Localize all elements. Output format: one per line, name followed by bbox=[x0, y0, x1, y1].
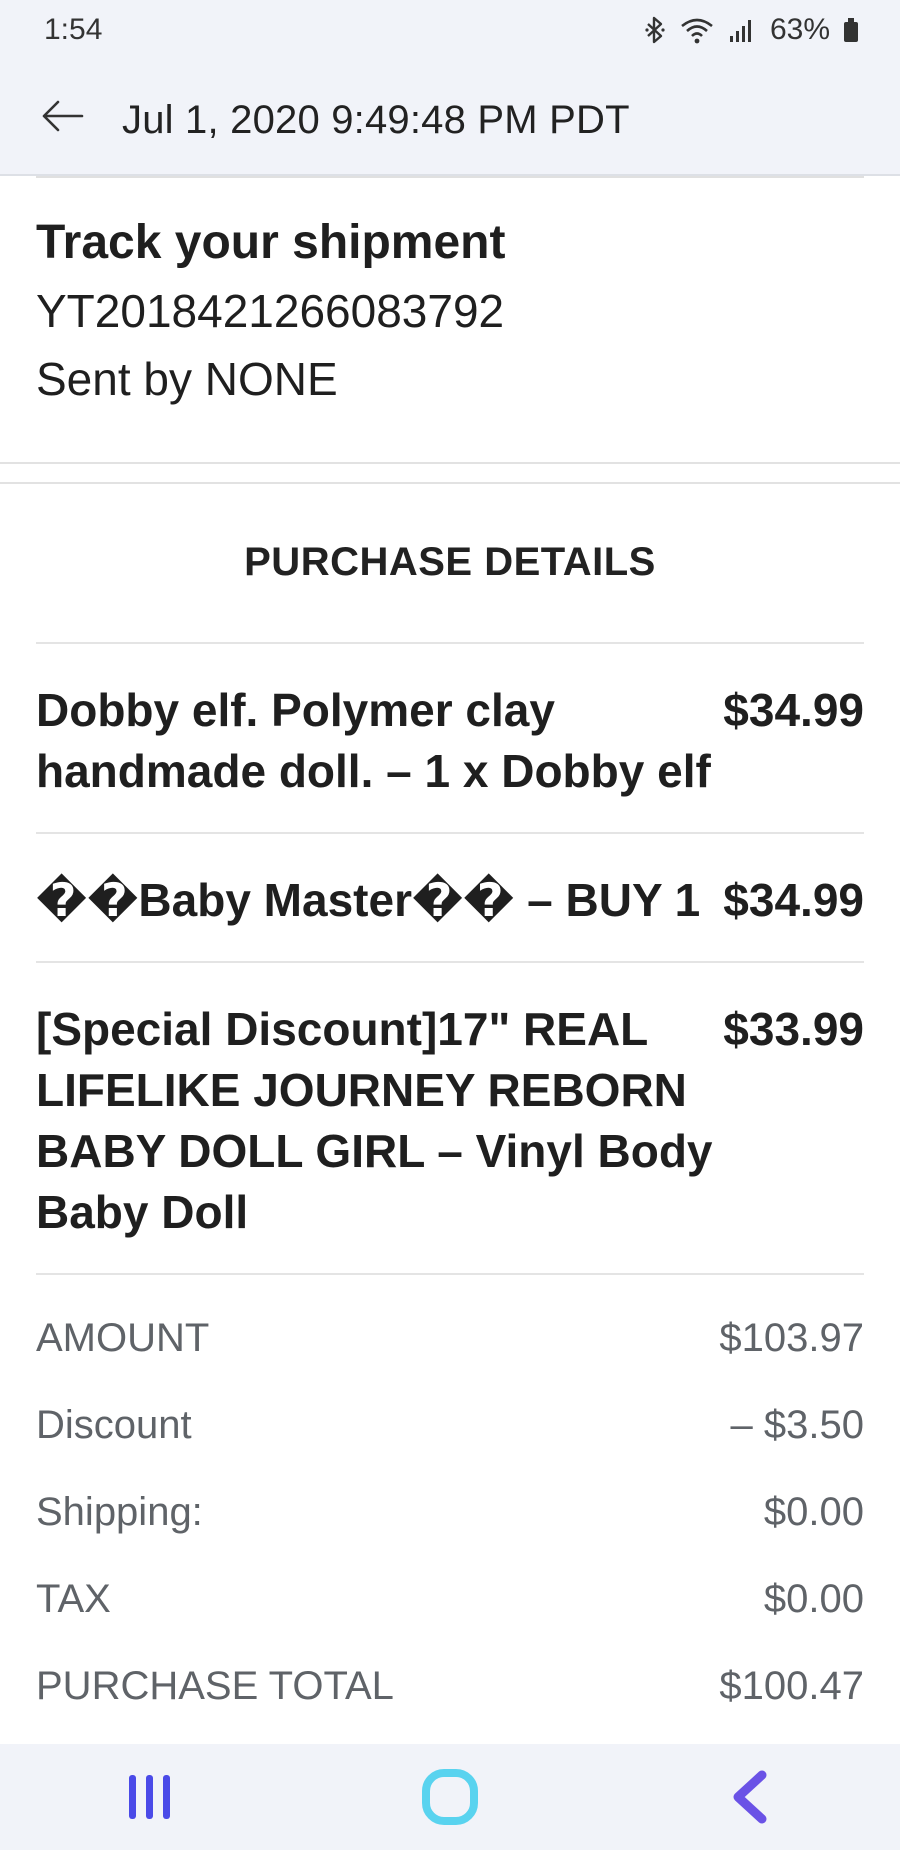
order-summary: AMOUNT $103.97 Discount – $3.50 Shipping… bbox=[36, 1273, 864, 1730]
back-arrow-button[interactable] bbox=[38, 92, 86, 140]
summary-label: AMOUNT bbox=[36, 1316, 210, 1360]
summary-value: $0.00 bbox=[763, 1577, 864, 1621]
back-icon bbox=[733, 1770, 767, 1824]
battery-icon bbox=[844, 18, 858, 42]
purchase-details-heading: PURCHASE DETAILS bbox=[244, 540, 656, 584]
status-bar: 1:54 63% bbox=[0, 0, 900, 60]
signal-icon bbox=[729, 20, 751, 42]
section-divider bbox=[0, 464, 900, 484]
bluetooth-icon bbox=[645, 16, 665, 44]
status-icons: 63% bbox=[644, 13, 858, 47]
item-price: $34.99 bbox=[723, 874, 864, 926]
summary-value: $0.00 bbox=[763, 1490, 864, 1534]
back-button[interactable] bbox=[710, 1757, 790, 1837]
status-time: 1:54 bbox=[44, 13, 103, 46]
item-list: Dobby elf. Polymer clay handmade doll. –… bbox=[36, 642, 864, 1273]
purchase-details-section: PURCHASE DETAILS Dobby elf. Polymer clay… bbox=[0, 484, 900, 1730]
summary-row-total: PURCHASE TOTAL $100.47 bbox=[36, 1643, 864, 1730]
wifi-icon bbox=[681, 18, 713, 44]
item-name: ��Baby Master�� – BUY 1 bbox=[36, 874, 701, 926]
summary-label: Shipping: bbox=[36, 1490, 203, 1534]
battery-percent: 63% bbox=[769, 13, 830, 46]
page-title: Jul 1, 2020 9:49:48 PM PDT bbox=[122, 98, 630, 142]
summary-label: Discount bbox=[36, 1403, 192, 1447]
summary-label: TAX bbox=[36, 1577, 111, 1621]
track-shipment-title[interactable]: Track your shipment bbox=[36, 212, 864, 274]
summary-row-amount: AMOUNT $103.97 bbox=[36, 1295, 864, 1382]
list-item: Dobby elf. Polymer clay handmade doll. –… bbox=[36, 642, 864, 832]
recent-apps-icon bbox=[129, 1775, 170, 1819]
sent-by-text: Sent by NONE bbox=[36, 353, 338, 406]
list-item: [Special Discount]17" REAL LIFELIKE JOUR… bbox=[36, 961, 864, 1273]
app-header: Jul 1, 2020 9:49:48 PM PDT bbox=[0, 60, 900, 176]
back-arrow-icon bbox=[42, 100, 84, 132]
home-button[interactable] bbox=[410, 1757, 490, 1837]
summary-value: $103.97 bbox=[719, 1316, 864, 1360]
home-icon bbox=[422, 1769, 478, 1825]
item-name: Dobby elf. Polymer clay handmade doll. –… bbox=[36, 684, 711, 797]
system-nav-bar bbox=[0, 1744, 900, 1850]
summary-row-tax: TAX $0.00 bbox=[36, 1556, 864, 1643]
summary-value: $100.47 bbox=[719, 1664, 864, 1708]
summary-label: PURCHASE TOTAL bbox=[36, 1664, 394, 1708]
item-name: [Special Discount]17" REAL LIFELIKE JOUR… bbox=[36, 1003, 713, 1238]
tracking-number[interactable]: YT2018421266083792 bbox=[36, 282, 864, 342]
summary-value: – $3.50 bbox=[730, 1403, 864, 1447]
divider bbox=[36, 176, 864, 178]
summary-row-discount: Discount – $3.50 bbox=[36, 1382, 864, 1469]
item-price: $34.99 bbox=[723, 684, 864, 736]
item-price: $33.99 bbox=[723, 1003, 864, 1055]
tracking-section: Track your shipment YT2018421266083792 S… bbox=[0, 176, 900, 464]
summary-row-shipping: Shipping: $0.00 bbox=[36, 1469, 864, 1556]
recent-apps-button[interactable] bbox=[110, 1757, 190, 1837]
list-item: ��Baby Master�� – BUY 1 $34.99 bbox=[36, 832, 864, 961]
